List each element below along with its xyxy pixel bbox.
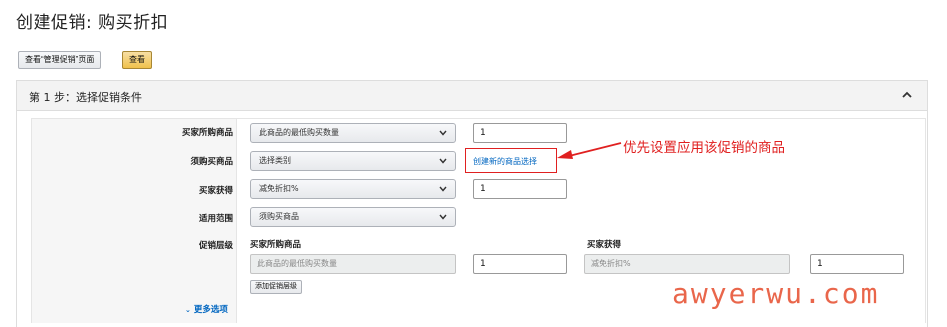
tier-purchase-condition-field: 此商品的最低购买数量 bbox=[250, 254, 456, 274]
scope-label: 适用范围 bbox=[198, 214, 233, 224]
annotation-text: 优先设置应用该促销的商品 bbox=[623, 140, 785, 156]
buyer-gets-select[interactable]: 减免折扣% bbox=[250, 179, 456, 199]
required-items-label: 须购买商品 bbox=[190, 157, 233, 167]
buyer-purchase-select[interactable]: 此商品的最低购买数量 bbox=[250, 123, 456, 143]
page-title: 创建促销: 购买折扣 bbox=[16, 13, 169, 33]
buyer-purchase-qty-input[interactable]: 1 bbox=[473, 123, 567, 143]
required-items-select[interactable]: 选择类别 bbox=[250, 151, 456, 171]
create-selection-link[interactable]: 创建新的商品选择 bbox=[473, 156, 537, 167]
buyer-gets-value-input[interactable]: 1 bbox=[473, 179, 567, 199]
step-1-header[interactable]: 第 1 步：选择促销条件 bbox=[17, 81, 927, 111]
tier-purchase-qty-input[interactable]: 1 bbox=[473, 254, 567, 274]
view-manage-promotions-button[interactable]: 查看“管理促销”页面 bbox=[18, 51, 102, 69]
buyer-gets-label: 买家获得 bbox=[198, 186, 233, 196]
scope-select-value: 须购买商品 bbox=[259, 212, 299, 221]
tier-gets-value-input[interactable]: 1 bbox=[810, 254, 904, 274]
chevron-down-icon bbox=[439, 186, 447, 192]
tier-gets-condition-field: 减免折扣% bbox=[584, 254, 790, 274]
view-button[interactable]: 查看 bbox=[122, 51, 152, 69]
chevron-down-icon bbox=[439, 158, 447, 164]
buyer-purchase-label: 买家所购商品 bbox=[181, 128, 233, 138]
tiers-label: 促销层级 bbox=[198, 241, 233, 251]
buyer-purchase-select-value: 此商品的最低购买数量 bbox=[259, 128, 339, 137]
scope-select[interactable]: 须购买商品 bbox=[250, 207, 456, 227]
chevron-down-icon bbox=[439, 130, 447, 136]
tier-buyer-purchase-head: 买家所购商品 bbox=[250, 240, 302, 250]
tier-buyer-gets-head: 买家获得 bbox=[587, 240, 622, 250]
chevron-down-small-icon: ⌄ bbox=[185, 306, 191, 314]
more-options-link[interactable]: ⌄ 更多选项 bbox=[185, 303, 228, 315]
annotation-arrow bbox=[557, 142, 622, 159]
buyer-gets-select-value: 减免折扣% bbox=[259, 184, 299, 193]
create-selection-highlight: 创建新的商品选择 bbox=[465, 148, 557, 173]
step-1-title: 第 1 步：选择促销条件 bbox=[29, 91, 142, 104]
required-items-select-value: 选择类别 bbox=[259, 156, 291, 165]
chevron-up-icon[interactable] bbox=[901, 89, 913, 101]
chevron-down-icon bbox=[439, 214, 447, 220]
watermark: awyerwu.com bbox=[672, 277, 880, 310]
more-options-label: 更多选项 bbox=[193, 305, 228, 315]
add-tier-button[interactable]: 添加促销层级 bbox=[250, 280, 302, 294]
